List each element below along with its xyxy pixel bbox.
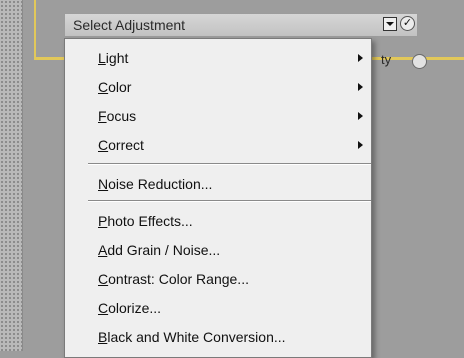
menu-item-contrast-color-range[interactable]: Contrast: Color Range... bbox=[98, 271, 249, 287]
panel-grip[interactable] bbox=[0, 0, 23, 351]
menu-item-color[interactable]: Color bbox=[98, 79, 131, 95]
menu-item-light[interactable]: Light bbox=[98, 50, 128, 66]
partial-option-label: ty bbox=[381, 52, 392, 67]
menu-separator bbox=[88, 200, 371, 202]
adjustment-menu: Light Color Focus Correct Noise Reductio… bbox=[64, 38, 372, 358]
menu-item-add-grain-noise[interactable]: Add Grain / Noise... bbox=[98, 242, 220, 258]
menu-item-colorize[interactable]: Colorize... bbox=[98, 300, 161, 316]
select-adjustment-dropdown[interactable]: Select Adjustment bbox=[64, 13, 418, 37]
submenu-arrow-icon bbox=[358, 83, 363, 91]
select-adjustment-label: Select Adjustment bbox=[73, 17, 186, 33]
menu-item-focus[interactable]: Focus bbox=[98, 108, 136, 124]
checkmark-icon[interactable]: ✓ bbox=[400, 16, 415, 31]
submenu-arrow-icon bbox=[358, 54, 363, 62]
submenu-arrow-icon bbox=[358, 141, 363, 149]
menu-item-noise-reduction[interactable]: Noise Reduction... bbox=[98, 176, 212, 192]
menu-item-black-and-white-conversion[interactable]: Black and White Conversion... bbox=[98, 329, 286, 345]
submenu-arrow-icon bbox=[358, 112, 363, 120]
panel-border bbox=[34, 0, 36, 58]
menu-item-correct[interactable]: Correct bbox=[98, 137, 144, 153]
menu-item-photo-effects[interactable]: Photo Effects... bbox=[98, 213, 193, 229]
dropdown-arrow-icon[interactable] bbox=[383, 17, 397, 31]
menu-separator bbox=[88, 163, 371, 165]
radio-button[interactable] bbox=[412, 54, 427, 69]
